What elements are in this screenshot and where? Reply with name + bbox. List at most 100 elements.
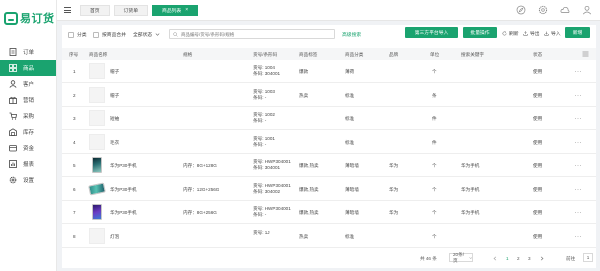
sidebar-item-purchase[interactable]: 采购	[0, 108, 56, 124]
status-select[interactable]: 全部状态	[133, 31, 160, 38]
page-number[interactable]: 3	[528, 256, 531, 261]
order-icon	[9, 47, 17, 56]
add-product-button[interactable]: 新增	[565, 27, 590, 38]
chevron-left-icon[interactable]	[493, 256, 497, 261]
table-row[interactable]: 1 帽子 货号: 1004 条码: 304001 爆款 薄荷 个 使用 ···	[62, 60, 596, 83]
product-tag: 爆款	[299, 69, 309, 74]
table-row[interactable]: 8 灯泡 货号: 1J 热卖 标准 个 使用 ···	[62, 225, 596, 248]
refresh-icon	[502, 31, 507, 36]
column-settings-icon[interactable]	[582, 51, 589, 57]
product-spec: 内存：12G+256G	[183, 186, 220, 192]
search-box[interactable]	[169, 29, 335, 39]
batch-operation-button[interactable]: 批量操作	[463, 27, 497, 38]
category-filter[interactable]: 分类	[68, 31, 87, 38]
table-row[interactable]: 4 毛衣 货号: 1001 条码: - 标准 件 使用 ···	[62, 131, 596, 154]
more-actions-icon[interactable]: ···	[575, 140, 583, 146]
report-icon	[9, 159, 17, 168]
sidebar-item-marketing[interactable]: 营销	[0, 92, 56, 108]
sidebar-item-inventory[interactable]: 库存	[0, 124, 56, 140]
compass-icon[interactable]	[516, 5, 526, 15]
settings-icon	[9, 176, 17, 184]
more-actions-icon[interactable]: ···	[575, 234, 583, 240]
funds-icon	[9, 144, 17, 152]
product-name[interactable]: 短袖	[110, 116, 119, 122]
product-name[interactable]: 华为P30手机	[110, 163, 137, 169]
sidebar-item-report[interactable]: 报表	[0, 156, 56, 172]
goto-page-value: 1	[586, 255, 590, 260]
more-actions-icon[interactable]: ···	[575, 116, 583, 122]
more-actions-icon[interactable]: ···	[575, 69, 583, 75]
close-icon[interactable]: ×	[185, 7, 188, 13]
refresh-button[interactable]: 刷新	[502, 30, 519, 37]
category-checkbox[interactable]	[68, 31, 74, 38]
merge-filter[interactable]: 按商品合并	[93, 31, 126, 38]
import-button[interactable]: 导入	[544, 30, 561, 37]
product-name[interactable]: 帽子	[110, 69, 119, 75]
product-tag: 热卖	[299, 233, 309, 239]
page-number[interactable]: 2	[517, 256, 520, 261]
purchase-icon	[9, 112, 17, 120]
menu-toggle-icon[interactable]	[64, 6, 71, 14]
table-row[interactable]: 2 帽子 货号: 1003 条码: - 热卖 标准 条 使用 ···	[62, 84, 596, 107]
top-right-icons	[516, 5, 592, 15]
table-row[interactable]: 7 华为P30手机 内存：8G+256G 货号: HWP304001 条码: -…	[62, 201, 596, 224]
brand-logo[interactable]: 易订货	[0, 0, 56, 36]
product-name[interactable]: 灯泡	[110, 234, 119, 240]
column-header-spec: 规格	[183, 52, 193, 57]
refresh-label: 刷新	[509, 32, 519, 37]
table-row[interactable]: 6 华为P30手机 内存：12G+256G 货号: HWP304001 条码: …	[62, 178, 596, 201]
product-barcode: 条码: -	[253, 141, 267, 147]
product-unit: 个	[432, 186, 437, 192]
page-number-current[interactable]: 1	[506, 256, 509, 261]
chevron-down-icon	[468, 256, 472, 259]
pagination: 共 46 条 20条/页 1 2 3 前往 1	[62, 251, 596, 268]
table-body: 1 帽子 货号: 1004 条码: 304001 爆款 薄荷 个 使用 ··· …	[62, 60, 596, 248]
page-size-select[interactable]: 20条/页	[449, 252, 473, 263]
table-row[interactable]: 5 华为P30手机 内存：8G+128G 货号: HWP304001 条码: 3…	[62, 154, 596, 177]
row-index: 4	[73, 139, 76, 145]
column-header-unit: 单位	[430, 52, 440, 57]
more-actions-icon[interactable]: ···	[575, 93, 583, 99]
row-index: 2	[73, 92, 76, 98]
more-actions-icon[interactable]: ···	[575, 163, 583, 169]
product-name[interactable]: 毛衣	[110, 140, 119, 146]
table-row[interactable]: 3 短袖 货号: 1002 条码: - 标准 件 使用 ···	[62, 107, 596, 130]
tab-orders[interactable]: 订货单	[113, 4, 149, 16]
advanced-search-link[interactable]: 高级搜索	[342, 31, 361, 38]
user-icon[interactable]	[582, 5, 592, 15]
sidebar-item-order[interactable]: 订单	[0, 44, 56, 60]
table-header: 序号 商品名称 规格 货号/条形码 商品标签 商品分类 品牌 单位 搜索关键字 …	[62, 48, 596, 60]
third-party-import-button[interactable]: 第三方平台导入	[405, 27, 458, 38]
sidebar-item-label: 营销	[23, 97, 35, 104]
sidebar-item-settings[interactable]: 设置	[0, 172, 56, 188]
product-unit: 个	[432, 210, 437, 215]
sidebar-item-label: 客户	[23, 81, 35, 88]
tab-product-list[interactable]: 商品列表 ×	[152, 4, 199, 16]
sidebar-item-label: 报表	[23, 161, 35, 168]
goto-page-input[interactable]: 1	[583, 253, 593, 262]
product-name[interactable]: 华为P30手机	[110, 210, 137, 216]
merge-checkbox[interactable]	[93, 31, 99, 38]
chevron-right-icon[interactable]	[540, 256, 544, 261]
product-name[interactable]: 华为P30手机	[110, 187, 137, 193]
product-spec: 内存：8G+128G	[183, 163, 217, 168]
gear-icon[interactable]	[538, 5, 548, 15]
chevron-down-icon	[155, 33, 160, 36]
column-header-index: 序号	[69, 52, 79, 57]
sidebar-item-customer[interactable]: 客户	[0, 76, 56, 92]
more-actions-icon[interactable]: ···	[575, 210, 583, 216]
search-icon	[173, 31, 178, 37]
search-input[interactable]	[181, 31, 331, 37]
sidebar-item-funds[interactable]: 资金	[0, 140, 56, 156]
export-icon	[523, 31, 528, 36]
more-actions-icon[interactable]: ···	[575, 187, 583, 193]
product-name[interactable]: 帽子	[110, 93, 119, 99]
tab-home[interactable]: 首页	[80, 4, 110, 16]
export-button[interactable]: 导出	[523, 30, 540, 37]
row-index: 5	[73, 163, 76, 168]
product-barcode: 条码: 304001	[253, 165, 281, 170]
cloud-icon[interactable]	[560, 5, 570, 15]
row-index: 7	[73, 210, 76, 215]
goto-label: 前往	[566, 256, 576, 261]
sidebar-item-product[interactable]: 商品	[0, 60, 56, 76]
